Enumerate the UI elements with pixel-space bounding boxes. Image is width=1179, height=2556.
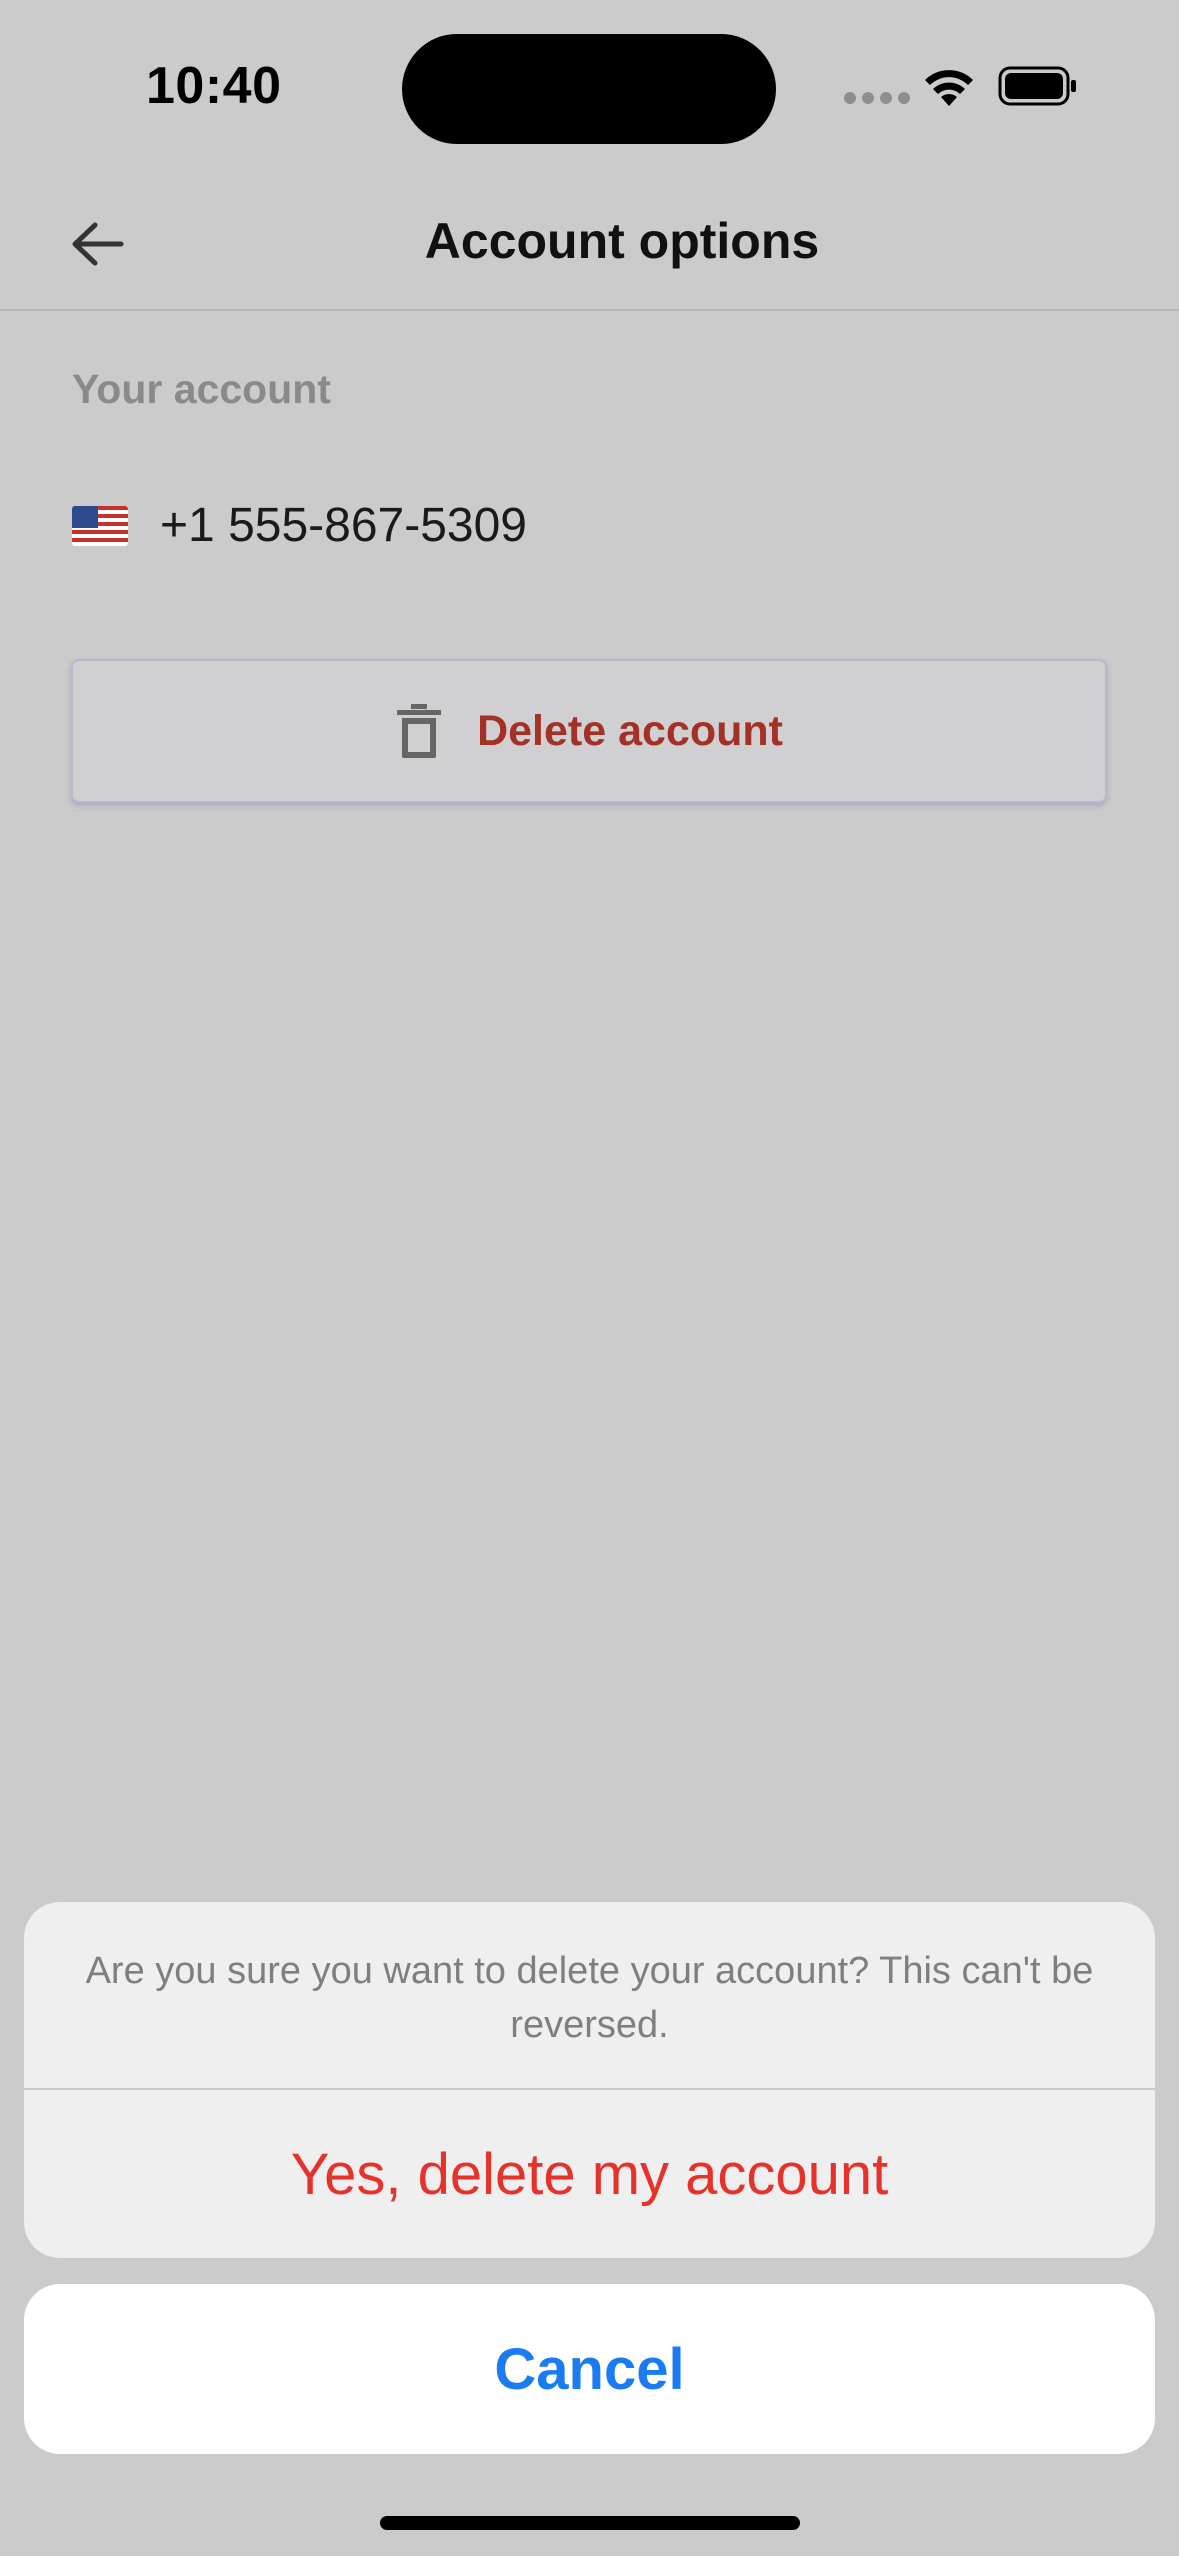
action-sheet-message: Are you sure you want to delete your acc… <box>85 1950 1094 2046</box>
cellular-signal-icon <box>844 92 910 104</box>
phone-number: +1 555-867-5309 <box>160 499 527 552</box>
delete-account-label: Delete account <box>477 706 783 755</box>
page-title: Account options <box>424 213 820 269</box>
cancel-button[interactable]: Cancel <box>24 2284 1155 2454</box>
trash-icon <box>397 704 442 758</box>
section-label-your-account: Your account <box>72 366 331 412</box>
battery-icon <box>998 66 1076 106</box>
confirmation-action-sheet: Are you sure you want to delete your acc… <box>24 1902 1155 2258</box>
nav-divider <box>0 309 1179 311</box>
page-title-wrapper: Account options <box>0 212 1179 270</box>
confirm-delete-button[interactable]: Yes, delete my account <box>24 2090 1155 2258</box>
us-flag-icon <box>72 505 128 546</box>
status-time: 10:40 <box>146 57 282 115</box>
dynamic-island <box>402 34 776 144</box>
delete-account-button[interactable]: Delete account <box>71 659 1107 803</box>
wifi-icon <box>925 70 973 106</box>
home-indicator[interactable] <box>380 2516 800 2530</box>
screen: 10:40 Account options Your account +1 55… <box>0 0 1179 2556</box>
phone-row: +1 555-867-5309 <box>72 498 527 553</box>
